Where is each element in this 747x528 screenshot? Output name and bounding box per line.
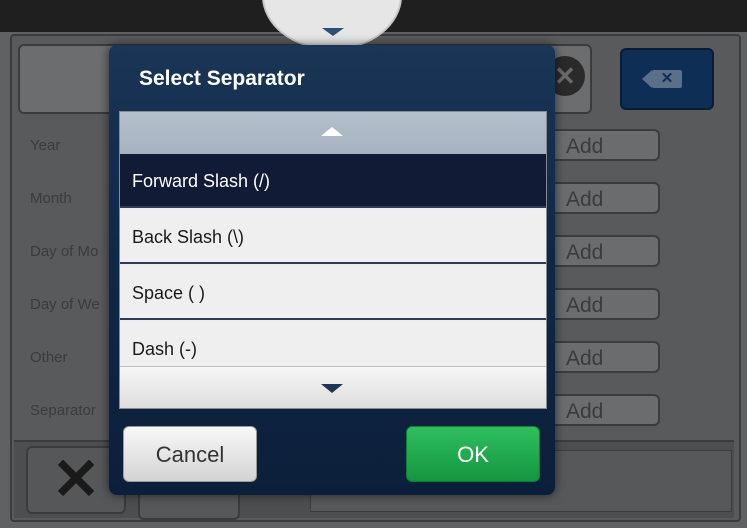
row-label-other: Other bbox=[30, 349, 68, 366]
backspace-icon: ✕ bbox=[642, 70, 682, 88]
row-label-year: Year bbox=[30, 137, 61, 154]
add-year-button: Add bbox=[548, 129, 660, 161]
row-label-day-of-month: Day of Mo bbox=[30, 243, 99, 260]
select-separator-dialog: Select Separator Forward Slash (/) Back … bbox=[109, 45, 555, 495]
chevron-down-icon bbox=[322, 28, 344, 36]
add-other-button: Add bbox=[548, 341, 660, 373]
dialog-title: Select Separator bbox=[139, 67, 305, 90]
list-item[interactable]: Space ( ) bbox=[120, 266, 546, 320]
scroll-down-button[interactable] bbox=[120, 366, 546, 408]
arrow-up-icon bbox=[321, 127, 343, 136]
cancel-button[interactable]: Cancel bbox=[123, 426, 257, 482]
row-label-separator: Separator bbox=[30, 402, 96, 419]
arrow-down-icon bbox=[321, 384, 343, 393]
add-day-of-month-button: Add bbox=[548, 235, 660, 267]
list-item[interactable]: Back Slash (\) bbox=[120, 210, 546, 264]
ok-button[interactable]: OK bbox=[406, 426, 540, 482]
row-label-day-of-week: Day of We bbox=[30, 296, 100, 313]
backspace-button: ✕ bbox=[620, 48, 714, 110]
row-label-month: Month bbox=[30, 190, 72, 207]
scroll-up-button[interactable] bbox=[120, 112, 546, 155]
list-item[interactable]: Forward Slash (/) bbox=[120, 154, 546, 208]
separator-list: Forward Slash (/) Back Slash (\) Space (… bbox=[119, 111, 547, 409]
add-separator-button: Add bbox=[548, 394, 660, 426]
add-month-button: Add bbox=[548, 182, 660, 214]
add-day-of-week-button: Add bbox=[548, 288, 660, 320]
